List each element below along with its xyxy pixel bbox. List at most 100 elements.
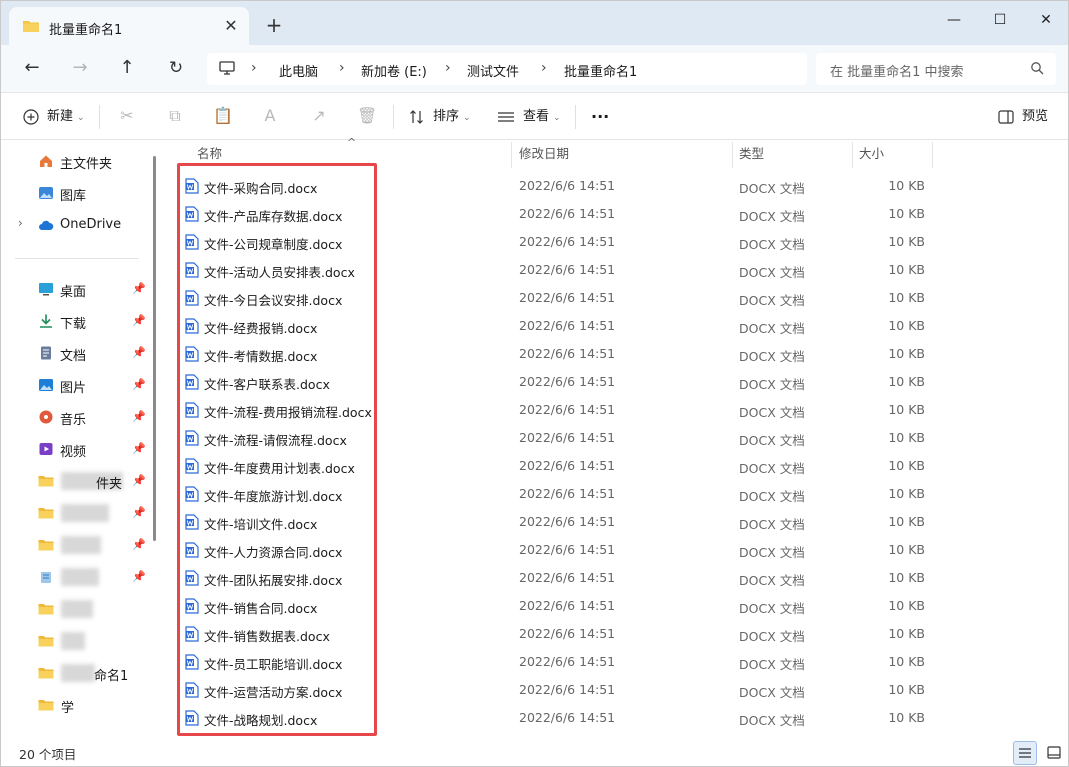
delete-icon[interactable]: 🗑 [357,106,377,126]
sidebar-quick-item[interactable]: 📌 [1,498,151,528]
sidebar-quick-item[interactable]: 文档 📌 [1,338,151,368]
pin-icon[interactable]: 📌 [132,346,146,359]
column-divider[interactable] [852,142,853,168]
address-bar[interactable]: › 此电脑 › 新加卷 (E:) › 测试文件 › 批量重命名1 [207,53,807,85]
word-document-icon [185,346,199,362]
file-row[interactable]: 文件-年度旅游计划.docx 2022/6/6 14:51 DOCX 文档 10 KB [177,480,937,508]
tiles-view-icon [1047,746,1061,759]
file-row[interactable]: 文件-年度费用计划表.docx 2022/6/6 14:51 DOCX 文档 10 K… [177,452,937,480]
column-header-size[interactable]: 大小 [859,140,884,168]
folder-icon [38,540,54,551]
sidebar-quick-item[interactable]: 视频 📌 [1,434,151,464]
cut-icon[interactable]: ✂ [117,106,137,126]
up-button[interactable]: ↑ [112,55,142,81]
sidebar-quick-item[interactable] [1,626,151,656]
file-row[interactable]: 文件-客户联系表.docx 2022/6/6 14:51 DOCX 文档 10 KB [177,368,937,396]
close-window-button[interactable]: ✕ [1023,5,1068,35]
minimize-button[interactable]: — [931,5,977,35]
file-row[interactable]: 文件-公司规章制度.docx 2022/6/6 14:51 DOCX 文档 10 KB [177,228,937,256]
file-row[interactable]: 文件-战略规划.docx 2022/6/6 14:51 DOCX 文档 10 KB [177,704,937,732]
file-row[interactable]: 文件-活动人员安排表.docx 2022/6/6 14:51 DOCX 文档 10 K… [177,256,937,284]
file-row[interactable]: 文件-培训文件.docx 2022/6/6 14:51 DOCX 文档 10 KB [177,508,937,536]
column-header-modified[interactable]: 修改日期 [519,140,569,168]
column-header-type[interactable]: 类型 [739,140,764,168]
breadcrumb-item-folder[interactable]: 测试文件 [467,61,519,80]
sidebar-item-onedrive[interactable]: › OneDrive [1,210,151,240]
details-view-button[interactable] [1013,741,1037,765]
forward-button[interactable]: → [65,55,95,81]
breadcrumb-separator: › [541,60,547,76]
pin-icon[interactable]: 📌 [132,570,146,583]
sidebar-quick-item[interactable] [1,594,151,624]
file-row[interactable]: 文件-今日会议安排.docx 2022/6/6 14:51 DOCX 文档 10 KB [177,284,937,312]
sidebar-item-home[interactable]: 主文件夹 [1,146,151,176]
file-modified-date: 2022/6/6 14:51 [519,178,616,193]
breadcrumb-item-drive[interactable]: 新加卷 (E:) [361,61,427,80]
maximize-button[interactable]: ☐ [977,5,1023,35]
sidebar-item-label: OneDrive [60,217,122,232]
file-row[interactable]: 文件-采购合同.docx 2022/6/6 14:51 DOCX 文档 10 KB [177,172,937,200]
sidebar-quick-item[interactable]: 命名1 [1,658,151,688]
file-row[interactable]: 文件-流程-请假流程.docx 2022/6/6 14:51 DOCX 文档 10 K… [177,424,937,452]
column-header-name[interactable]: 名称 [197,140,222,168]
preview-pane-button[interactable]: 预览 [998,105,1048,129]
file-modified-date: 2022/6/6 14:51 [519,598,616,613]
refresh-button[interactable]: ↻ [161,55,191,81]
file-row[interactable]: 文件-流程-费用报销流程.docx 2022/6/6 14:51 DOCX 文档 10… [177,396,937,424]
pin-icon[interactable]: 📌 [132,378,146,391]
pin-icon[interactable]: 📌 [132,538,146,551]
file-size: 10 KB [888,542,925,557]
file-row[interactable]: 文件-经费报销.docx 2022/6/6 14:51 DOCX 文档 10 KB [177,312,937,340]
tab-active[interactable]: 批量重命名1 ✕ [9,7,249,45]
file-row[interactable]: 文件-产品库存数据.docx 2022/6/6 14:51 DOCX 文档 10 KB [177,200,937,228]
chevron-right-icon[interactable]: › [18,216,23,230]
column-divider[interactable] [732,142,733,168]
sidebar-quick-item[interactable]: 图片 📌 [1,370,151,400]
tab-close-icon[interactable]: ✕ [221,16,241,36]
more-options-button[interactable]: ··· [591,105,609,129]
file-row[interactable]: 文件-考情数据.docx 2022/6/6 14:51 DOCX 文档 10 KB [177,340,937,368]
new-button[interactable]: 新建 ⌄ [23,105,85,129]
sidebar-quick-item[interactable]: 音乐 📌 [1,402,151,432]
share-icon[interactable]: ↗ [309,106,329,126]
copy-icon[interactable]: ⧉ [165,106,185,126]
pin-icon[interactable]: 📌 [132,282,146,295]
column-divider[interactable] [511,142,512,168]
pin-icon[interactable]: 📌 [132,474,146,487]
sort-button[interactable]: 排序 ⌄ [409,105,471,129]
back-button[interactable]: ← [17,55,47,81]
pin-icon[interactable]: 📌 [132,506,146,519]
pin-icon[interactable]: 📌 [132,410,146,423]
file-row[interactable]: 文件-销售数据表.docx 2022/6/6 14:51 DOCX 文档 10 KB [177,620,937,648]
file-row[interactable]: 文件-销售合同.docx 2022/6/6 14:51 DOCX 文档 10 KB [177,592,937,620]
breadcrumb-item-pc[interactable]: 此电脑 [279,61,318,80]
rename-icon[interactable]: A [260,106,280,126]
sidebar-item-label: 下载 [60,317,87,332]
pin-icon[interactable]: 📌 [132,314,146,327]
file-row[interactable]: 文件-人力资源合同.docx 2022/6/6 14:51 DOCX 文档 10 KB [177,536,937,564]
file-row[interactable]: 文件-运营活动方案.docx 2022/6/6 14:51 DOCX 文档 10 KB [177,676,937,704]
file-list: ^ 名称 修改日期 类型 大小 文件-采购合同.docx 2022/6/6 14:… [163,136,1068,738]
sidebar-item-gallery[interactable]: 图库 [1,178,151,208]
sidebar-quick-item[interactable]: 📌 [1,562,151,592]
new-tab-button[interactable]: + [263,15,285,37]
tiles-view-button[interactable] [1042,741,1066,765]
navigation-bar: ← → ↑ ↻ › 此电脑 › 新加卷 (E:) › 测试文件 › 批量重命名1… [1,45,1068,93]
paste-icon[interactable]: 📋 [213,106,233,126]
file-row[interactable]: 文件-团队拓展安排.docx 2022/6/6 14:51 DOCX 文档 10 KB [177,564,937,592]
sidebar-quick-item[interactable]: 📌 [1,530,151,560]
sidebar-quick-item[interactable]: 件夹 📌 [1,466,151,496]
file-row[interactable]: 文件-员工职能培训.docx 2022/6/6 14:51 DOCX 文档 10 KB [177,648,937,676]
pin-icon[interactable]: 📌 [132,442,146,455]
column-divider[interactable] [932,142,933,168]
sidebar-quick-item[interactable]: 学 [1,690,151,720]
file-size: 10 KB [888,710,925,725]
file-modified-date: 2022/6/6 14:51 [519,458,616,473]
view-button[interactable]: 查看 ⌄ [497,105,561,129]
sidebar-quick-item[interactable]: 桌面 📌 [1,274,151,304]
sidebar-scrollbar[interactable] [153,156,156,541]
breadcrumb-item-current[interactable]: 批量重命名1 [564,61,637,80]
search-box[interactable]: 在 批量重命名1 中搜索 [816,53,1056,85]
search-input[interactable]: 在 批量重命名1 中搜索 [830,61,964,80]
sidebar-quick-item[interactable]: 下载 📌 [1,306,151,336]
